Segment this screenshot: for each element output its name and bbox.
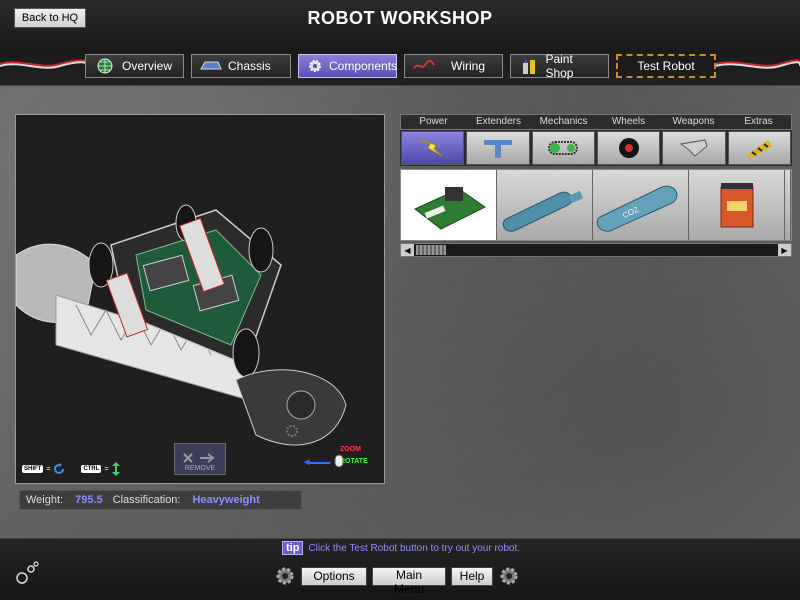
hazard-icon <box>746 140 773 158</box>
globe-icon <box>94 57 116 75</box>
shift-key: SHIFT <box>22 465 44 473</box>
wire-icon <box>413 57 435 75</box>
test-robot-button[interactable]: Test Robot <box>616 54 716 78</box>
category-extenders-button[interactable] <box>466 131 530 165</box>
scroll-right-arrow-icon[interactable]: ▶ <box>778 244 791 256</box>
tab-components[interactable]: Components <box>298 54 397 78</box>
paint-icon <box>519 57 539 75</box>
gear-icon <box>500 567 518 585</box>
tip-message: tip Click the Test Robot button to try o… <box>282 541 520 555</box>
category-label-extenders: Extenders <box>475 116 522 127</box>
gear-icon <box>307 57 323 75</box>
category-label-power: Power <box>419 116 448 127</box>
parts-strip: CO2 <box>400 169 792 241</box>
parts-scrollbar[interactable]: ◀ ▶ <box>400 243 792 257</box>
category-wheels-button[interactable] <box>596 131 661 165</box>
scroll-thumb[interactable] <box>416 245 446 255</box>
rotate-icon <box>54 463 65 474</box>
remove-arrow-icon <box>183 453 215 463</box>
weight-label: Weight: <box>26 494 64 506</box>
weight-value: 795.5 <box>75 494 103 506</box>
chain-icon <box>548 141 579 155</box>
tab-overview[interactable]: Overview <box>85 54 184 78</box>
part-circuit-board[interactable] <box>401 170 497 240</box>
circuit-board-icon <box>413 187 486 230</box>
rotate-label: ROTATE <box>340 458 368 465</box>
page-title: ROBOT WORKSHOP <box>307 8 493 28</box>
lightning-icon <box>419 139 442 157</box>
category-label-mechanics: Mechanics <box>539 116 588 127</box>
scroll-left-arrow-icon[interactable]: ◀ <box>401 244 414 256</box>
robot-stats-bar: Weight: 795.5 Classification: Heavyweigh… <box>19 490 302 510</box>
robot-3d-viewport[interactable] <box>15 114 385 484</box>
category-label-wheels: Wheels <box>611 116 646 127</box>
chassis-icon <box>200 57 222 75</box>
vertical-arrows-icon <box>111 462 120 476</box>
ctrl-key: CTRL <box>81 465 102 473</box>
battery-box-icon <box>720 183 753 228</box>
category-mechanics-button[interactable] <box>531 131 595 165</box>
category-weapons-button[interactable] <box>662 131 726 165</box>
corner-bubbles-icon <box>16 561 39 584</box>
wheel-icon <box>618 138 639 158</box>
part-partial <box>785 170 791 240</box>
top-bar: Back to HQ ROBOT WORKSHOP Overview Chass… <box>0 0 800 86</box>
category-buttons <box>400 130 792 166</box>
category-extras-button[interactable] <box>727 131 791 165</box>
category-label-extras: Extras <box>744 116 773 127</box>
components-panel: Power Extenders Mechanics Wheels Weapons… <box>400 114 792 257</box>
classification-label: Classification: <box>112 494 181 506</box>
tab-chassis[interactable]: Chassis <box>191 54 291 78</box>
help-button[interactable]: Help <box>451 566 493 586</box>
category-labels: Power Extenders Mechanics Wheels Weapons… <box>400 114 792 130</box>
remove-part-button[interactable]: REMOVE <box>174 443 226 475</box>
robot-model <box>15 204 347 446</box>
pan-indicator: ◀▬▬▬ <box>304 459 331 466</box>
category-label-weapons: Weapons <box>672 116 715 127</box>
tab-wiring[interactable]: Wiring <box>404 54 503 78</box>
tip-text: Click the Test Robot button to try out y… <box>308 542 521 554</box>
co2-tank-icon: CO2 <box>596 185 677 232</box>
tab-paint-shop[interactable]: Paint Shop <box>510 52 609 80</box>
options-button[interactable]: Options <box>301 566 367 586</box>
part-battery-box[interactable] <box>689 170 785 240</box>
pneumatic-tank-icon <box>502 190 583 232</box>
blade-icon <box>679 139 708 157</box>
zoom-label: ZOOM <box>340 446 361 453</box>
part-co2-tank[interactable]: CO2 <box>593 170 689 240</box>
main-menu-bar: Options Main Menu Help <box>274 565 520 596</box>
viewport-controls-hint: SHIFT = CTRL = <box>22 462 120 476</box>
part-pneumatic-tank[interactable] <box>497 170 593 240</box>
main-menu-button[interactable]: Main Menu <box>372 566 446 596</box>
mouse-icon <box>334 454 344 468</box>
back-to-hq-button[interactable]: Back to HQ <box>14 8 86 28</box>
gear-icon <box>276 567 294 585</box>
workshop-tabs: Overview Chassis Components Wiring Paint… <box>85 52 716 80</box>
extender-icon <box>483 140 512 158</box>
tip-badge: tip <box>282 541 304 555</box>
classification-value: Heavyweight <box>192 494 260 506</box>
category-power-button[interactable] <box>401 131 465 165</box>
